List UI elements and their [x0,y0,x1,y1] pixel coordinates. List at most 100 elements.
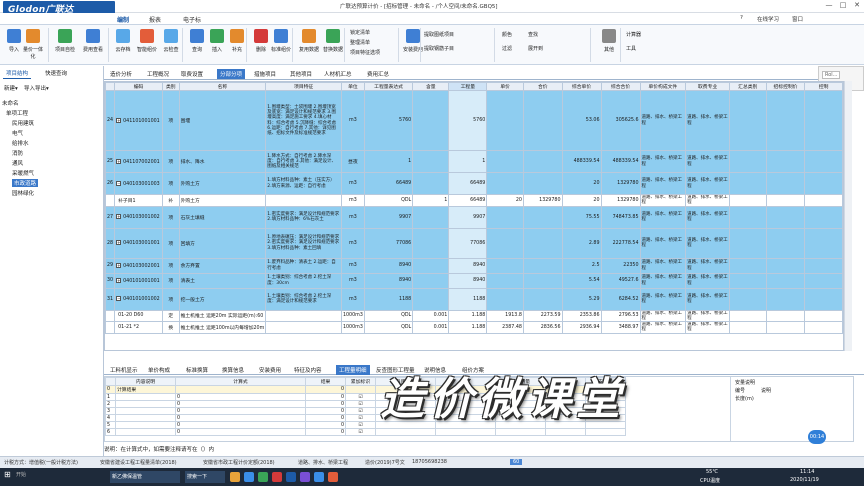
tree-item[interactable]: 给排水 [12,139,29,147]
table-cell[interactable]: 道路、排水、桥梁工程 [639,309,687,323]
table-cell[interactable]: 道路、排水、桥梁工程 [639,287,687,311]
table-cell[interactable]: 0.001 [412,321,450,334]
table-cell[interactable] [412,172,450,195]
table-cell[interactable]: 项 [161,172,180,195]
filter-input[interactable]: Rol... [822,71,841,79]
table-cell[interactable]: 5.29 [561,287,602,311]
ribbon-button-8[interactable]: 插入 [206,29,228,53]
column-header[interactable]: 项目特征 [265,82,342,91]
tab-1[interactable]: 工程概况 [147,70,169,78]
table-cell[interactable] [765,150,806,173]
detail-cell[interactable] [375,428,436,436]
table-cell[interactable]: 定 [161,309,180,323]
table-cell[interactable]: +041101001001 [114,90,163,151]
table-cell[interactable] [729,321,767,334]
table-cell[interactable] [804,194,843,207]
table-cell[interactable] [486,150,524,173]
column-header[interactable]: 招标控制价 [765,82,806,91]
ribbon-small-1[interactable]: 整理清单 [350,39,370,46]
table-cell[interactable]: 8940 [363,272,414,289]
table-row[interactable]: 01-21 *2 换推土机推土 运距100m以内每增加20m 1000m3 QDL 0.… [105,321,843,334]
table-cell[interactable]: 道路、排水、桥梁工程 [639,90,687,151]
table-cell[interactable]: 29 [105,257,116,274]
detail-cell[interactable] [115,421,176,429]
column-header[interactable] [105,82,116,91]
table-cell[interactable]: 1.土壤类别：综合考虑 2.挖土深度：30cm [265,272,342,289]
table-cell[interactable]: 1.降水方式：自行考虑 2.降水深度：自行考虑 3.其他：满足设计、图纸及相关规… [265,150,342,173]
table-cell[interactable]: 2936.94 [561,321,602,334]
window-menu[interactable]: 窗口 [792,15,803,23]
table-cell[interactable]: 66489 [448,172,488,195]
table-cell[interactable] [804,150,843,173]
table-cell[interactable] [729,172,767,195]
table-cell[interactable]: 01-20 D60 [114,309,163,323]
detail-cell[interactable] [345,385,376,394]
table-cell[interactable]: 0.001 [412,309,450,323]
table-cell[interactable]: 1329780 [522,194,563,207]
table-cell[interactable]: 换 [161,321,180,334]
table-cell[interactable]: 3488.97 [600,321,641,334]
table-cell[interactable] [522,272,563,289]
ribbon-button-1[interactable]: 量价一体化 [22,29,44,60]
table-cell[interactable] [105,309,116,323]
table-cell[interactable]: 2.89 [561,227,602,259]
table-cell[interactable]: 道路、排水、桥梁工程 [685,150,730,173]
table-cell[interactable]: 1188 [448,287,488,311]
table-cell[interactable]: 余方弃置 [178,257,267,274]
detail-cell[interactable]: 0 [305,385,346,394]
ribbon-small-0[interactable]: 锁定清单 [350,29,370,36]
detail-cell[interactable]: 计算结果 [115,385,176,394]
table-cell[interactable] [729,309,767,323]
ribbon-button-15[interactable]: 其他 [598,29,620,53]
tab-6[interactable]: 人材机汇总 [324,70,352,78]
tab-4[interactable]: 措施项目 [254,70,276,78]
column-header[interactable]: 含量 [412,82,450,91]
tree-item[interactable]: 消防 [12,149,23,157]
chrome-icon[interactable] [258,472,268,482]
table-cell[interactable] [486,272,524,289]
browser-icon[interactable] [244,472,254,482]
search-box[interactable]: 搜索一下 [185,471,225,483]
table-cell[interactable]: 1188 [363,287,414,311]
table-cell[interactable]: 8940 [448,257,488,274]
glodon-task-icon[interactable] [286,472,296,482]
table-cell[interactable]: 推土机推土 运距20m 实际运距(m):60 [178,309,267,323]
detail-cell[interactable]: 6 [105,428,116,436]
table-cell[interactable] [412,205,450,229]
table-cell[interactable]: 道路、排水、桥梁工程 [685,309,730,323]
table-cell[interactable]: 8940 [448,272,488,289]
table-cell[interactable]: 77086 [363,227,414,259]
table-row[interactable]: 28 +040103001001 项回填方 1.原地表碾压：满足设计和规范要求 2.密… [105,227,843,259]
tab-2[interactable]: 取费设置 [181,70,203,78]
table-cell[interactable] [729,150,767,173]
table-cell[interactable]: 8940 [363,257,414,274]
table-cell[interactable]: 5760 [363,90,414,151]
table-cell[interactable]: 道路、排水、桥梁工程 [685,287,730,311]
table-cell[interactable] [765,194,806,207]
expand-toggle-icon[interactable]: − [116,180,122,186]
table-cell[interactable] [522,257,563,274]
table-cell[interactable]: 1000m3 [340,321,365,334]
table-cell[interactable]: 项 [161,90,180,151]
new-button[interactable]: 新建▾ [4,84,18,92]
table-cell[interactable] [804,287,843,311]
table-cell[interactable]: +040103001002 [114,205,163,229]
vertical-scrollbar[interactable] [844,81,852,351]
table-cell[interactable]: 77086 [448,227,488,259]
detail-cell[interactable] [115,393,176,401]
table-cell[interactable]: 补子目1 [114,194,163,207]
table-cell[interactable] [412,90,450,151]
detail-cell[interactable]: ☑ [345,421,376,429]
table-cell[interactable] [522,227,563,259]
table-cell[interactable]: +040101001001 [114,272,163,289]
detail-cell[interactable]: ☑ [345,428,376,436]
expand-toggle-icon[interactable]: + [116,262,122,268]
table-cell[interactable]: 27 [105,205,116,229]
detail-cell[interactable] [115,407,176,415]
detail-cell[interactable]: ☑ [345,407,376,415]
table-cell[interactable]: m3 [340,205,365,229]
table-cell[interactable] [412,150,450,173]
detail-cell[interactable]: 0 [305,407,346,415]
table-cell[interactable]: 24 [105,90,116,151]
table-cell[interactable]: 66489 [448,194,488,207]
